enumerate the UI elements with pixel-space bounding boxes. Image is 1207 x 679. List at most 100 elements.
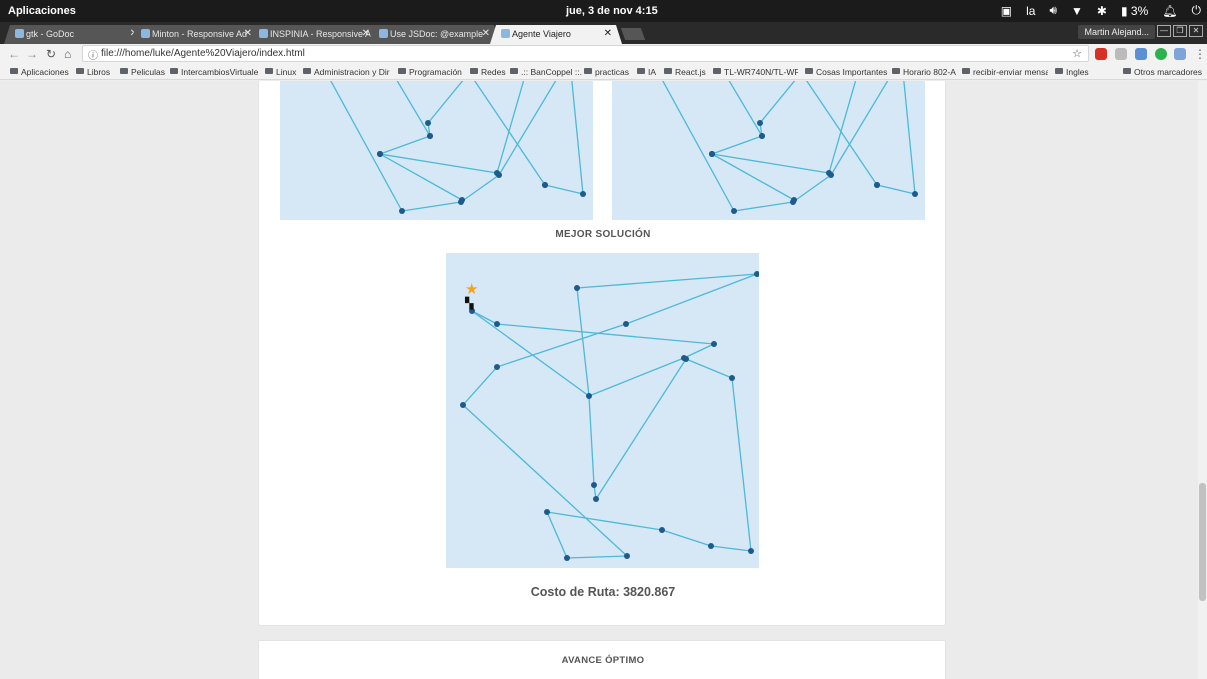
route-segment — [662, 81, 735, 212]
chip-icon[interactable]: ▣ — [1001, 4, 1012, 18]
bookmark-item[interactable]: IntercambiosVirtuale — [170, 67, 260, 77]
tab-favicon-icon — [15, 29, 24, 38]
route-segment — [396, 81, 431, 137]
tab-jsdoc[interactable]: Use JSDoc: @example ✕ — [368, 25, 500, 44]
menu-dots-icon[interactable]: ⋮ — [1194, 47, 1206, 61]
route-segment — [792, 174, 832, 203]
keyboard-layout[interactable]: la — [1026, 4, 1035, 18]
route-segment — [731, 377, 752, 552]
route-segment — [830, 81, 889, 176]
route-segment — [576, 273, 758, 289]
route-segment — [828, 81, 857, 174]
route-segment — [683, 343, 715, 359]
bookmark-item[interactable]: Horario 802-A — [892, 67, 956, 77]
bookmark-item[interactable]: recibir-enviar mensa — [962, 67, 1048, 77]
bookmark-star-icon[interactable]: ☆ — [1072, 47, 1082, 60]
close-window-icon[interactable]: ✕ — [1189, 25, 1203, 37]
bookmark-item[interactable]: Peliculas — [120, 67, 165, 77]
reload-icon[interactable]: ↻ — [46, 47, 56, 61]
city-node — [708, 543, 714, 549]
info-icon[interactable]: ⓘ — [88, 47, 98, 62]
clock[interactable]: jue, 3 de nov 4:15 — [566, 5, 658, 17]
tab-agente-viajero[interactable]: Agente Viajero ✕ — [490, 25, 622, 44]
bookmark-item[interactable]: Linux — [265, 67, 296, 77]
route-segment — [544, 184, 584, 195]
city-node — [709, 151, 715, 157]
notification-bell-icon[interactable]: 🔔︎ — [1162, 4, 1177, 18]
city-node — [425, 120, 431, 126]
adblock-extension-icon[interactable] — [1095, 48, 1107, 60]
city-node — [826, 170, 832, 176]
route-segment — [330, 81, 403, 212]
route-segment — [728, 81, 763, 137]
city-node — [427, 133, 433, 139]
scrollbar-thumb[interactable] — [1199, 483, 1206, 601]
translate-extension-icon[interactable] — [1135, 48, 1147, 60]
other-bookmarks[interactable]: Otros marcadores — [1123, 67, 1202, 77]
route-segment — [588, 357, 685, 397]
city-node — [731, 208, 737, 214]
tab-minton[interactable]: Minton - Responsive Ad ✕ — [130, 25, 262, 44]
close-icon[interactable]: ✕ — [362, 28, 370, 39]
best-solution-title: MEJOR SOLUCIÓN — [555, 229, 651, 240]
city-node — [623, 321, 629, 327]
city-node — [586, 393, 592, 399]
pen-extension-icon[interactable] — [1174, 48, 1186, 60]
close-icon[interactable]: ✕ — [604, 28, 612, 39]
bookmark-item[interactable]: Redes — [470, 67, 506, 77]
bookmark-item[interactable]: Aplicaciones — [10, 67, 69, 77]
city-node — [574, 285, 580, 291]
bookmark-item[interactable]: Ingles — [1055, 67, 1089, 77]
bookmark-item[interactable]: IA — [637, 67, 656, 77]
tab-favicon-icon — [259, 29, 268, 38]
city-node — [624, 553, 630, 559]
profile-button[interactable]: Martin Alejand... — [1078, 25, 1155, 39]
bookmark-item[interactable]: TL-WR740N/TL-WR7 — [713, 67, 798, 77]
route-segment — [496, 323, 715, 345]
scrollbar[interactable] — [1198, 81, 1207, 679]
bookmark-item[interactable]: Administracion y Dir — [303, 67, 391, 77]
route-segment — [876, 184, 916, 195]
route-cost: Costo de Ruta: 3820.867 — [530, 585, 676, 599]
address-bar[interactable]: ⓘ file:///home/luke/Agente%20Viajero/ind… — [82, 45, 1089, 62]
tab-gtk-godoc[interactable]: gtk - GoDoc ✕ — [4, 25, 148, 44]
mail-extension-icon[interactable] — [1115, 48, 1127, 60]
route-segment — [460, 174, 500, 203]
back-icon[interactable]: ← — [8, 47, 20, 61]
power-icon[interactable]: ⏻ — [1192, 3, 1202, 18]
bookmark-item[interactable]: Libros — [76, 67, 110, 77]
tab-label: Agente Viajero — [512, 29, 571, 39]
home-icon[interactable]: ⌂ — [64, 47, 71, 61]
volume-icon[interactable]: 🔊︎ — [1049, 3, 1057, 18]
city-node — [593, 496, 599, 502]
window-controls: — ❐ ✕ — [1157, 25, 1203, 37]
close-icon[interactable]: ✕ — [482, 28, 490, 39]
route-segment — [427, 81, 464, 124]
bookmark-item[interactable]: practicas — [584, 67, 629, 77]
forward-icon[interactable]: → — [26, 47, 38, 61]
bookmark-item[interactable]: React.js — [664, 67, 706, 77]
bluetooth-icon[interactable]: ✱ — [1097, 4, 1107, 18]
city-node — [459, 197, 465, 203]
tab-inspinia[interactable]: INSPINIA - Responsive A ✕ — [248, 25, 380, 44]
route-segment — [733, 201, 794, 212]
bookmark-item[interactable]: Cosas Importantes — [805, 67, 887, 77]
city-node — [460, 402, 466, 408]
green-extension-icon[interactable] — [1155, 48, 1167, 60]
route-segment — [462, 404, 628, 557]
maximize-icon[interactable]: ❐ — [1173, 25, 1187, 37]
tab-strip: gtk - GoDoc ✕ Minton - Responsive Ad ✕ I… — [0, 22, 1207, 44]
bookmark-item[interactable]: .:: BanCoppel ::. — [510, 67, 582, 77]
browser-toolbar: ← → ↻ ⌂ ⓘ file:///home/luke/Agente%20Via… — [0, 44, 1207, 64]
city-node — [564, 555, 570, 561]
new-tab-button[interactable] — [620, 28, 646, 40]
city-node — [757, 120, 763, 126]
applications-menu[interactable]: Aplicaciones — [8, 5, 76, 17]
tab-favicon-icon — [501, 29, 510, 38]
wifi-icon[interactable]: ▼ — [1071, 4, 1083, 18]
battery-indicator[interactable]: ▮ 3% — [1121, 4, 1148, 18]
city-node — [754, 271, 759, 277]
minimize-icon[interactable]: — — [1157, 25, 1171, 37]
bookmark-item[interactable]: Programación — [398, 67, 462, 77]
city-node — [659, 527, 665, 533]
